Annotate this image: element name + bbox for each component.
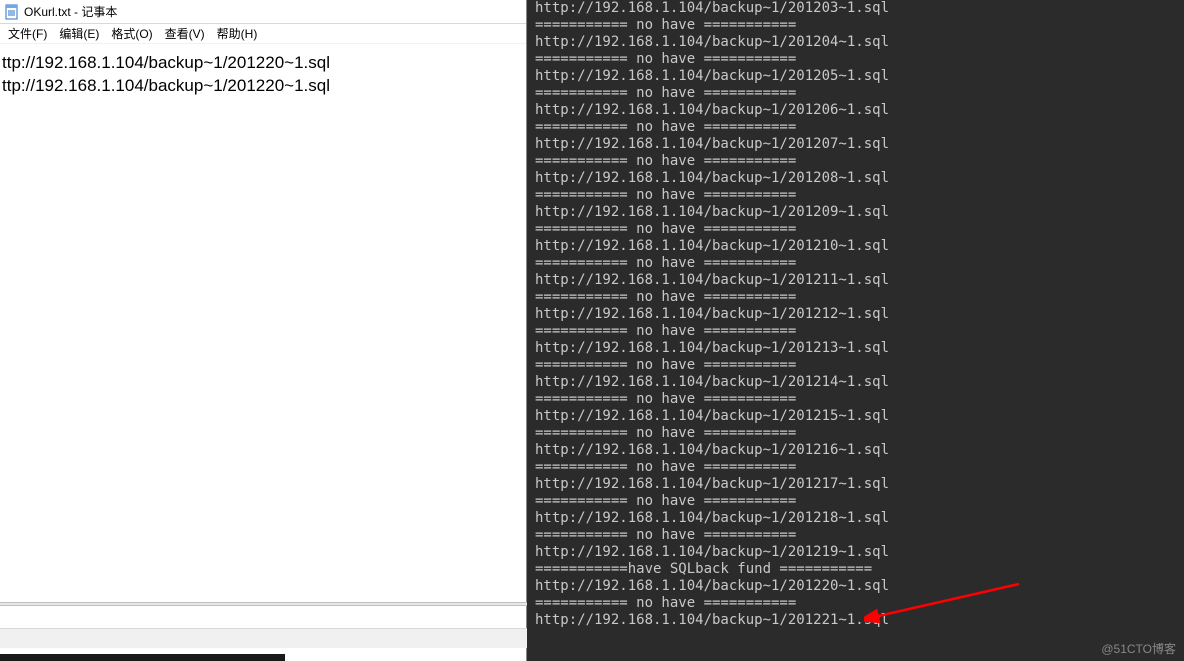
notepad-statusbar bbox=[0, 628, 527, 648]
terminal-output[interactable]: http://192.168.1.104/backup~1/201203~1.s… bbox=[527, 0, 1184, 661]
watermark: @51CTO博客 bbox=[1101, 640, 1176, 657]
menu-file[interactable]: 文件(F) bbox=[2, 24, 53, 43]
taskbar-fragment bbox=[0, 654, 285, 661]
menu-format[interactable]: 格式(O) bbox=[105, 24, 158, 43]
notepad-title-text: OKurl.txt - 记事本 bbox=[24, 3, 117, 20]
content-line: ttp://192.168.1.104/backup~1/201220~1.sq… bbox=[2, 52, 524, 75]
content-line: ttp://192.168.1.104/backup~1/201220~1.sq… bbox=[2, 75, 524, 98]
notepad-icon bbox=[4, 4, 20, 20]
notepad-menubar: 文件(F) 编辑(E) 格式(O) 查看(V) 帮助(H) bbox=[0, 24, 526, 44]
notepad-window: OKurl.txt - 记事本 文件(F) 编辑(E) 格式(O) 查看(V) … bbox=[0, 0, 527, 661]
menu-edit[interactable]: 编辑(E) bbox=[53, 24, 105, 43]
notepad-titlebar[interactable]: OKurl.txt - 记事本 bbox=[0, 0, 526, 24]
menu-help[interactable]: 帮助(H) bbox=[211, 24, 264, 43]
notepad-editor[interactable]: ttp://192.168.1.104/backup~1/201220~1.sq… bbox=[0, 44, 526, 100]
divider bbox=[0, 602, 527, 606]
menu-view[interactable]: 查看(V) bbox=[159, 24, 211, 43]
